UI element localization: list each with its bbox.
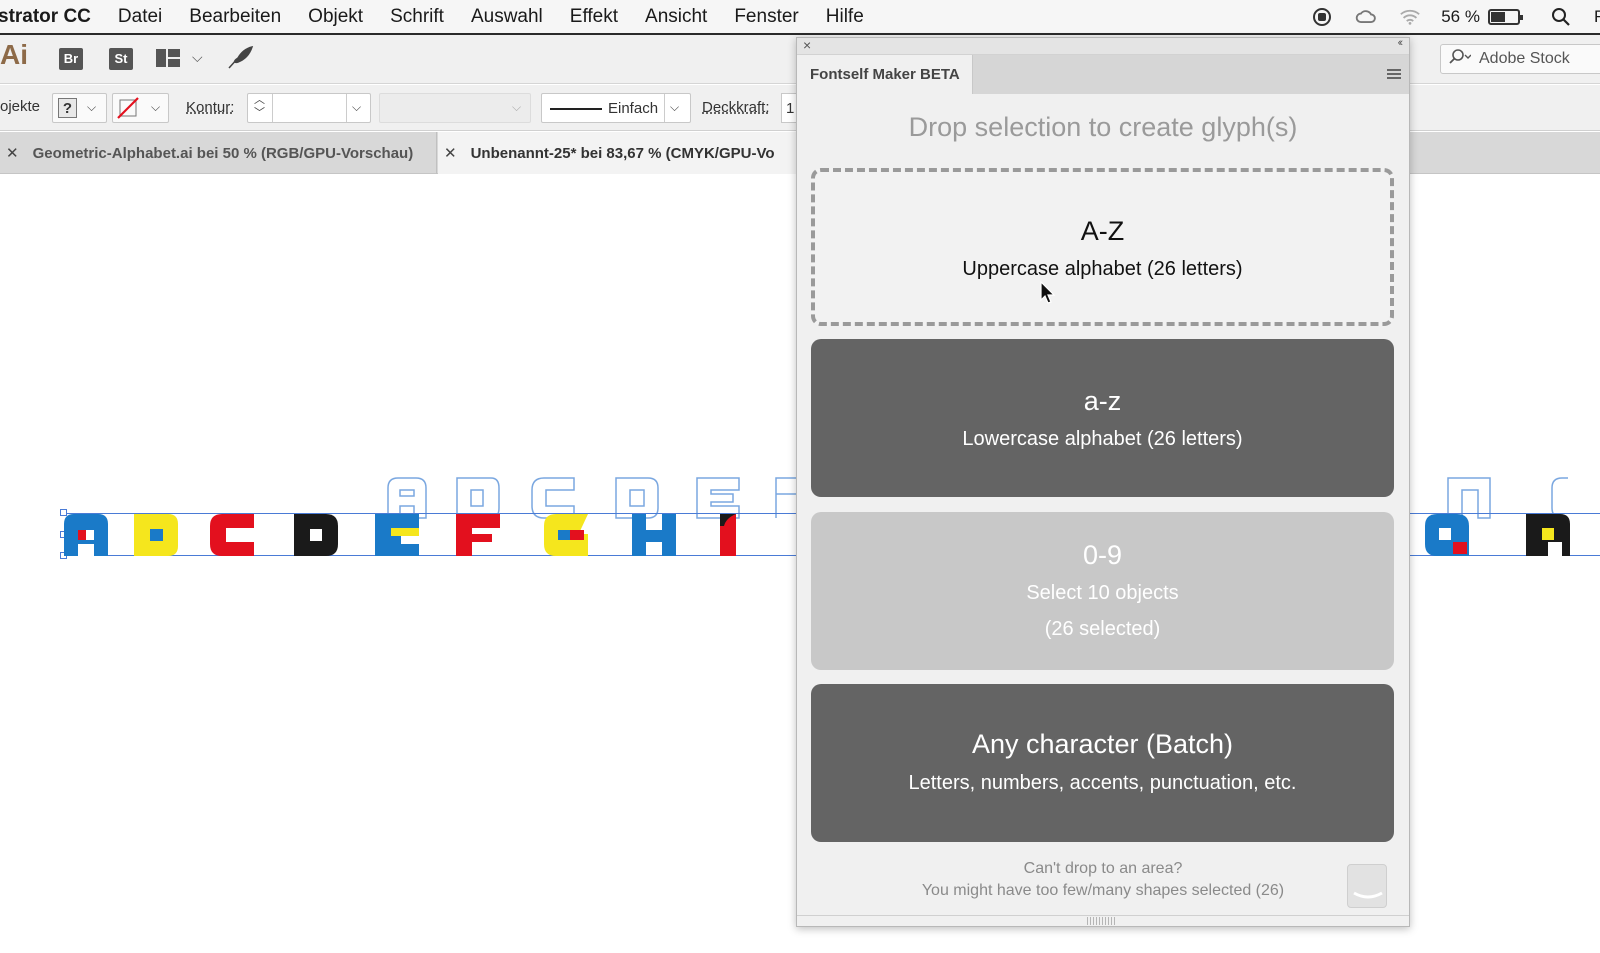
app-menu[interactable]: strator CC — [0, 6, 91, 28]
chevron-down-icon[interactable]: ⌵ — [670, 100, 679, 115]
menu-ansicht[interactable]: Ansicht — [645, 6, 707, 28]
menu-auswahl[interactable]: Auswahl — [471, 6, 543, 28]
panel-resize-grip[interactable] — [797, 915, 1409, 926]
chevron-down-icon[interactable]: ⌵ — [87, 100, 96, 115]
close-icon[interactable]: × — [803, 37, 811, 53]
stock-button[interactable]: St — [109, 48, 133, 70]
uppercase-drop-zone[interactable]: A-Z Uppercase alphabet (26 letters) — [811, 168, 1394, 326]
wifi-icon[interactable] — [1399, 6, 1421, 28]
user-menu[interactable]: Fr — [1594, 7, 1600, 27]
panel-footer: Can't drop to an area? You might have to… — [797, 858, 1409, 902]
glyph-h[interactable] — [632, 514, 676, 556]
menu-hilfe[interactable]: Hilfe — [826, 6, 864, 28]
stepper-arrows-icon[interactable]: ︿ ﹀ — [254, 94, 265, 120]
chevron-down-icon[interactable]: ⌵ — [151, 100, 160, 115]
glyph-b[interactable] — [134, 514, 178, 556]
chevron-down-icon[interactable]: ⌵ — [192, 49, 203, 66]
stroke-swatch-dropdown[interactable]: ⌵ — [112, 93, 169, 123]
batch-drop-zone[interactable]: Any character (Batch) Letters, numbers, … — [811, 684, 1394, 842]
feedback-chat-icon[interactable] — [1347, 864, 1387, 908]
glyph-g[interactable] — [544, 514, 588, 556]
tab-label: Geometric-Alphabet.ai bei 50 % (RGB/GPU-… — [32, 144, 414, 162]
glyph-c[interactable] — [210, 514, 254, 556]
stroke-style-dropdown[interactable]: Einfach ⌵ — [541, 93, 691, 123]
card-subtitle: Uppercase alphabet (26 letters) — [962, 258, 1243, 280]
card-title: 0-9 — [1082, 540, 1123, 570]
close-icon[interactable]: ✕ — [6, 144, 19, 162]
digits-drop-zone[interactable]: 0-9 Select 10 objects (26 selected) — [811, 512, 1394, 670]
record-icon[interactable] — [1311, 6, 1333, 28]
fill-swatch-dropdown[interactable]: ? ⌵ — [52, 93, 107, 123]
variable-width-dropdown: ⌵ — [379, 93, 531, 123]
panel-menu-icon[interactable] — [1387, 69, 1401, 81]
chevron-down-icon[interactable]: ⌵ — [352, 100, 361, 115]
card-title: A-Z — [1080, 216, 1125, 246]
opacity-label[interactable]: Deckkraft: — [702, 99, 770, 116]
glyph-i[interactable] — [718, 514, 738, 556]
status-area: 56 % Fr — [1289, 0, 1600, 33]
menu-fenster[interactable]: Fenster — [734, 6, 798, 28]
objects-label: ojekte — [0, 98, 41, 115]
glyph-f[interactable] — [456, 514, 500, 556]
menu-bar: strator CC Datei Bearbeiten Objekt Schri… — [0, 0, 1600, 35]
feather-icon[interactable] — [226, 45, 254, 76]
collapse-panel-icon[interactable]: ‹‹ — [1398, 37, 1404, 49]
tab-unbenannt-25[interactable]: ✕ Unbenannt-25* bei 83,67 % (CMYK/GPU-Vo — [438, 132, 798, 174]
fontself-maker-panel: × ‹‹ Fontself Maker BETA Drop selection … — [796, 37, 1410, 927]
card-note: (26 selected) — [1044, 618, 1161, 640]
glyph-q[interactable] — [1425, 514, 1469, 556]
panel-tab-row: Fontself Maker BETA — [797, 55, 1409, 94]
battery-percent: 56 % — [1441, 6, 1480, 26]
menu-schrift[interactable]: Schrift — [390, 6, 444, 28]
panel-title-bar[interactable]: × ‹‹ — [797, 37, 1409, 55]
battery-icon[interactable] — [1487, 8, 1523, 25]
workspace-layout-icon[interactable] — [156, 49, 182, 72]
stroke-style-label: Einfach — [608, 100, 659, 117]
no-stroke-icon[interactable] — [117, 97, 139, 123]
glyph-r[interactable] — [1526, 514, 1570, 556]
menu-objekt[interactable]: Objekt — [308, 6, 363, 28]
glyph-d[interactable] — [294, 514, 338, 556]
footer-question: Can't drop to an area? — [1023, 860, 1183, 877]
tab-geometric-alphabet[interactable]: ✕ Geometric-Alphabet.ai bei 50 % (RGB/GP… — [0, 132, 437, 174]
adobe-stock-search[interactable]: Adobe Stock — [1440, 44, 1600, 74]
stroke-line-preview — [550, 108, 602, 110]
glyph-a[interactable] — [64, 514, 108, 556]
stock-search-placeholder: Adobe Stock — [1479, 50, 1570, 67]
card-subtitle: Lowercase alphabet (26 letters) — [962, 428, 1243, 450]
stroke-weight-label[interactable]: Kontur: — [186, 99, 234, 116]
menu-bearbeiten[interactable]: Bearbeiten — [189, 6, 281, 28]
chevron-down-icon: ⌵ — [512, 100, 522, 114]
card-subtitle: Letters, numbers, accents, punctuation, … — [908, 772, 1297, 794]
stroke-weight-stepper[interactable]: ︿ ﹀ ⌵ — [247, 93, 371, 123]
tab-fontself-maker[interactable]: Fontself Maker BETA — [797, 55, 973, 94]
creative-cloud-icon[interactable] — [1355, 6, 1377, 28]
drop-heading: Drop selection to create glyph(s) — [908, 112, 1298, 142]
glyph-e[interactable] — [375, 514, 419, 556]
menu-effekt[interactable]: Effekt — [570, 6, 618, 28]
footer-hint: You might have too few/many shapes selec… — [921, 882, 1285, 899]
bridge-button[interactable]: Br — [59, 48, 83, 70]
card-title: a-z — [1083, 386, 1122, 416]
spotlight-search-icon[interactable] — [1550, 6, 1572, 28]
search-icon — [1449, 48, 1472, 70]
mouse-cursor-icon — [1040, 280, 1056, 304]
fill-swatch[interactable]: ? — [58, 98, 77, 118]
card-subtitle: Select 10 objects — [1026, 582, 1179, 604]
tab-label: Unbenannt-25* bei 83,67 % (CMYK/GPU-Vo — [470, 144, 775, 162]
card-title: Any character (Batch) — [971, 729, 1234, 759]
lowercase-drop-zone[interactable]: a-z Lowercase alphabet (26 letters) — [811, 339, 1394, 497]
menu-datei[interactable]: Datei — [118, 6, 162, 28]
illustrator-logo: Ai — [0, 39, 28, 70]
close-icon[interactable]: ✕ — [444, 144, 457, 162]
